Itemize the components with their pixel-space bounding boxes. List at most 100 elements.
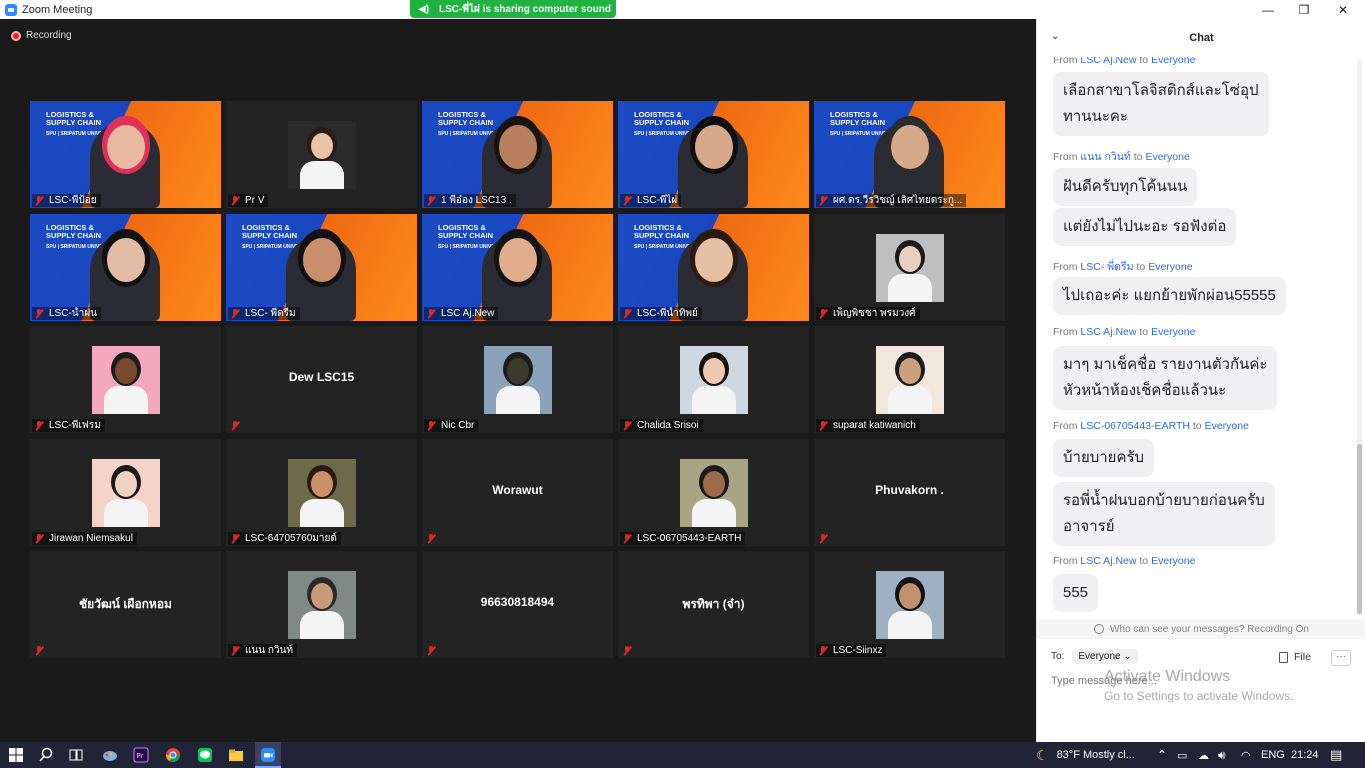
- zoom-taskbar-button[interactable]: [255, 742, 281, 768]
- participant-tile[interactable]: Dew LSC15: [226, 326, 417, 433]
- participant-tile[interactable]: LOGISTICS & SUPPLY CHAIN SPU | SRIPATUM UN…: [30, 101, 221, 208]
- participant-tile[interactable]: Nic Cbr: [422, 326, 613, 433]
- premiere-pro-icon[interactable]: Pr: [133, 747, 149, 763]
- participant-tile[interactable]: เพ็ญพิชชา พรมวงศ์: [814, 214, 1005, 321]
- chat-message-bubble[interactable]: รอพี่น้ำฝนบอกบ้ายบายก่อนครับ อาจารย์: [1053, 482, 1275, 546]
- chat-scrollbar[interactable]: [1357, 59, 1362, 615]
- participant-tile[interactable]: พรทิพา (จ๋า): [618, 551, 809, 658]
- sender-name-link[interactable]: LSC Aj.New: [1080, 57, 1136, 66]
- sender-line-text: From: [1053, 57, 1078, 66]
- recipient-name-link[interactable]: Everyone: [1145, 151, 1189, 163]
- chat-messages[interactable]: From LSC Aj.New to Everyone เลือกสาขาโลจิ…: [1037, 57, 1355, 617]
- participant-tile[interactable]: แนน กวินท์: [226, 551, 417, 658]
- file-button[interactable]: File: [1279, 651, 1311, 663]
- recording-indicator[interactable]: Recording: [11, 30, 72, 41]
- chevron-down-icon[interactable]: ⌄: [1051, 31, 1059, 42]
- close-button[interactable]: ✕: [1323, 0, 1363, 19]
- message-sender-line: From LSC-06705443-EARTH to Everyone: [1053, 420, 1249, 432]
- search-icon[interactable]: [38, 747, 54, 763]
- clock[interactable]: 21:24: [1291, 742, 1319, 768]
- profile-face: [310, 133, 333, 159]
- language-indicator[interactable]: ENG: [1261, 742, 1285, 768]
- sender-name-link[interactable]: LSC Aj.New: [1080, 555, 1136, 567]
- line-app-icon[interactable]: [197, 747, 213, 763]
- chat-message-bubble[interactable]: ฝันดีครับทุกโค้นนน: [1053, 168, 1198, 206]
- chrome-icon[interactable]: [165, 747, 181, 763]
- participant-tile[interactable]: ชัยวัฒน์ เผือกหอม: [30, 551, 221, 658]
- message-input[interactable]: [1051, 675, 1331, 687]
- sharing-sound-banner[interactable]: ◀) LSC-พี่ไผ่ is sharing computer sound: [410, 0, 616, 18]
- recipient-name-link[interactable]: Everyone: [1148, 261, 1192, 273]
- chat-message-bubble[interactable]: 555: [1053, 574, 1099, 612]
- participant-tile[interactable]: Jirawan Niemsakul: [30, 439, 221, 546]
- sender-name-link[interactable]: LSC Aj.New: [1080, 326, 1136, 338]
- windows-start-icon[interactable]: [8, 747, 24, 763]
- file-explorer-icon[interactable]: [228, 747, 244, 763]
- scrollbar-thumb[interactable]: [1357, 444, 1362, 614]
- message-sender-line: From LSC Aj.New to Everyone: [1053, 57, 1195, 66]
- sender-line-text: From: [1053, 420, 1078, 432]
- muted-mic-icon: [426, 308, 436, 319]
- participant-tile[interactable]: LSC-Siinxz: [814, 551, 1005, 658]
- participant-tile[interactable]: LOGISTICS & SUPPLY CHAIN SPU | SRIPATUM UN…: [814, 101, 1005, 208]
- minimize-button[interactable]: —: [1248, 0, 1288, 19]
- participant-tile[interactable]: Phuvakorn .: [814, 439, 1005, 546]
- chat-message-line: แต่ยังไม่ไปนะอะ รอฟังต่อ: [1063, 218, 1227, 235]
- notifications-icon[interactable]: ▤: [1330, 742, 1342, 768]
- privacy-notice[interactable]: Who can see your messages? Recording On: [1037, 619, 1365, 639]
- participant-tile[interactable]: LOGISTICS & SUPPLY CHAIN SPU | SRIPATUM UN…: [618, 101, 809, 208]
- participant-tile[interactable]: suparat katiwanich: [814, 326, 1005, 433]
- profile-face: [114, 471, 137, 497]
- chat-message-bubble[interactable]: มาๆ มาเช็คชื่อ รายงานตัวกันค่ะ หัวหน้าห้อ…: [1053, 346, 1278, 410]
- participant-name-label: ผศ.ดร.วีรวิชญ์ เลิศไทยตระกู...: [816, 194, 967, 207]
- volume-icon[interactable]: 🔊︎: [1218, 742, 1226, 768]
- participant-tile[interactable]: 96630818494: [422, 551, 613, 658]
- participant-tile[interactable]: LSC-64705760มายด์: [226, 439, 417, 546]
- chat-message-bubble[interactable]: เลือกสาขาโลจิสติกส์และโซ่อุป ทานนะคะ: [1053, 72, 1269, 136]
- participant-name: LSC-พี่เฟรม: [49, 420, 101, 431]
- sender-name-link[interactable]: LSC- พี่ดรีม: [1080, 261, 1133, 273]
- participant-tile[interactable]: LOGISTICS & SUPPLY CHAIN SPU | SRIPATUM UN…: [422, 214, 613, 321]
- participant-name-label: LSC-พี่เฟรม: [32, 419, 105, 432]
- recipient-name-link[interactable]: Everyone: [1151, 57, 1195, 66]
- task-view-icon[interactable]: [68, 747, 84, 763]
- participant-tile[interactable]: Chalida Srisoi: [618, 326, 809, 433]
- recipient-name-link[interactable]: Everyone: [1205, 420, 1249, 432]
- weather-widget[interactable]: ☾ 83°F Mostly cl...: [1036, 742, 1135, 768]
- maximize-button[interactable]: ❐: [1284, 0, 1324, 19]
- paint-app-icon[interactable]: [102, 747, 118, 763]
- recipient-name-link[interactable]: Everyone: [1151, 326, 1195, 338]
- participant-tile[interactable]: LSC-06705443-EARTH: [618, 439, 809, 546]
- network-icon[interactable]: ▭: [1177, 742, 1187, 768]
- chat-message-bubble[interactable]: บ้ายบายครับ: [1053, 439, 1155, 477]
- participant-name: LSC-น้ำฝน: [49, 308, 97, 319]
- sender-name-link[interactable]: แนน กวินท์: [1080, 151, 1130, 163]
- recipient-select[interactable]: Everyone ⌄: [1072, 649, 1138, 664]
- muted-mic-icon: [426, 645, 436, 656]
- profile-picture: [91, 346, 160, 414]
- participant-tile[interactable]: LSC-พี่เฟรม: [30, 326, 221, 433]
- chat-message-bubble[interactable]: ไปเถอะค่ะ แยกย้ายพักผ่อน55555: [1053, 277, 1286, 315]
- participant-tile[interactable]: LOGISTICS & SUPPLY CHAIN SPU | SRIPATUM UN…: [226, 214, 417, 321]
- privacy-text: Who can see your messages? Recording On: [1110, 623, 1309, 635]
- wifi-icon[interactable]: ◠: [1241, 742, 1251, 768]
- sender-line-text: to: [1133, 151, 1143, 163]
- participant-tile[interactable]: Pr V: [226, 101, 417, 208]
- muted-mic-icon: [34, 308, 44, 319]
- participant-tile[interactable]: LOGISTICS & SUPPLY CHAIN SPU | SRIPATUM UN…: [422, 101, 613, 208]
- chevron-up-icon[interactable]: ⌃: [1157, 742, 1167, 768]
- more-options-button[interactable]: ···: [1331, 650, 1351, 666]
- muted-mic-icon: [818, 533, 828, 544]
- participant-tile[interactable]: Worawut: [422, 439, 613, 546]
- onedrive-icon[interactable]: ☁: [1198, 742, 1209, 768]
- sender-name-link[interactable]: LSC-06705443-EARTH: [1080, 420, 1190, 432]
- participant-name: LSC Aj.New: [441, 308, 495, 319]
- participant-tile[interactable]: LOGISTICS & SUPPLY CHAIN SPU | SRIPATUM UN…: [30, 214, 221, 321]
- message-sender-line: From LSC Aj.New to Everyone: [1053, 555, 1195, 567]
- chat-message-bubble[interactable]: แต่ยังไม่ไปนะอะ รอฟังต่อ: [1053, 208, 1237, 246]
- muted-mic-icon: [230, 420, 240, 431]
- recipient-name-link[interactable]: Everyone: [1151, 555, 1195, 567]
- sender-line-text: to: [1139, 57, 1149, 66]
- participant-display-name: Worawut: [492, 483, 543, 497]
- participant-tile[interactable]: LOGISTICS & SUPPLY CHAIN SPU | SRIPATUM UN…: [618, 214, 809, 321]
